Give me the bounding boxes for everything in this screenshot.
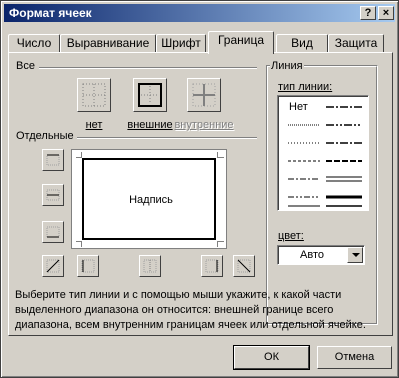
diagonal-up-icon (46, 259, 60, 273)
border-top-button[interactable] (42, 149, 64, 171)
border-right-button[interactable] (201, 255, 223, 277)
border-inside-horizontal-icon (46, 189, 60, 201)
preview-tick (81, 241, 82, 247)
preview-tick (218, 241, 224, 242)
preset-inside-icon (192, 83, 216, 107)
chevron-down-icon[interactable] (347, 247, 363, 263)
preview-tick (218, 157, 224, 158)
preview-tick (217, 152, 218, 158)
preset-none-icon (82, 83, 106, 107)
tab-border[interactable]: Граница (208, 31, 274, 54)
border-inside-horizontal-button[interactable] (42, 184, 64, 206)
borders-separator (77, 137, 257, 139)
border-right-icon (205, 259, 219, 273)
border-top-icon (46, 154, 60, 166)
preset-none-button[interactable] (77, 78, 111, 112)
preview-tick (217, 241, 218, 247)
preset-outline-label: внешние (127, 119, 173, 131)
border-left-icon (81, 259, 95, 273)
help-button[interactable]: ? (360, 6, 376, 20)
help-text: Выберите тип линии и с помощью мыши укаж… (15, 289, 366, 331)
borders-group-label: Отдельные (15, 130, 75, 142)
line-group-label: Линия (270, 60, 304, 72)
line-style-label: тип линии: (277, 81, 334, 93)
border-diagonal-up-button[interactable] (42, 255, 64, 277)
tab-alignment[interactable]: Выравнивание (60, 34, 156, 53)
preset-inside-button[interactable] (187, 78, 221, 112)
border-bottom-icon (46, 226, 60, 238)
preset-outline-icon (138, 83, 162, 107)
line-color-label: цвет: (277, 230, 305, 242)
ok-button[interactable]: ОК (233, 345, 310, 370)
diagonal-down-icon (237, 259, 251, 273)
border-left-button[interactable] (77, 255, 99, 277)
presets-separator (39, 67, 257, 69)
tab-number[interactable]: Число (8, 34, 60, 53)
preset-inside-label: внутренние (174, 119, 234, 131)
format-cells-dialog: Формат ячеек ? × Число Выравнивание Шриф… (0, 0, 399, 378)
presets-group-label: Все (15, 60, 36, 72)
cancel-button[interactable]: Отмена (317, 346, 392, 369)
border-bottom-button[interactable] (42, 221, 64, 243)
border-inside-vertical-icon (143, 259, 157, 273)
preview-cell: Надпись (82, 158, 216, 240)
close-button[interactable]: × (378, 6, 394, 20)
line-color-value: Авто (300, 249, 324, 261)
border-diagonal-down-button[interactable] (233, 255, 255, 277)
border-preview[interactable]: Надпись (71, 149, 227, 249)
tab-protection[interactable]: Защита (328, 34, 384, 53)
window-title: Формат ячеек (9, 6, 92, 20)
preset-outline-button[interactable] (133, 78, 167, 112)
tab-patterns[interactable]: Вид (276, 34, 328, 53)
preview-text: Надпись (129, 194, 173, 206)
line-style-samples (288, 106, 362, 207)
line-color-select[interactable]: Авто (277, 245, 365, 265)
line-style-list[interactable]: Нет (277, 95, 369, 211)
title-bar[interactable]: Формат ячеек ? × (4, 4, 395, 22)
tab-strip: Число Выравнивание Шрифт Граница Вид Защ… (8, 31, 393, 54)
tab-font[interactable]: Шрифт (156, 34, 206, 53)
border-inside-vertical-button[interactable] (139, 255, 161, 277)
